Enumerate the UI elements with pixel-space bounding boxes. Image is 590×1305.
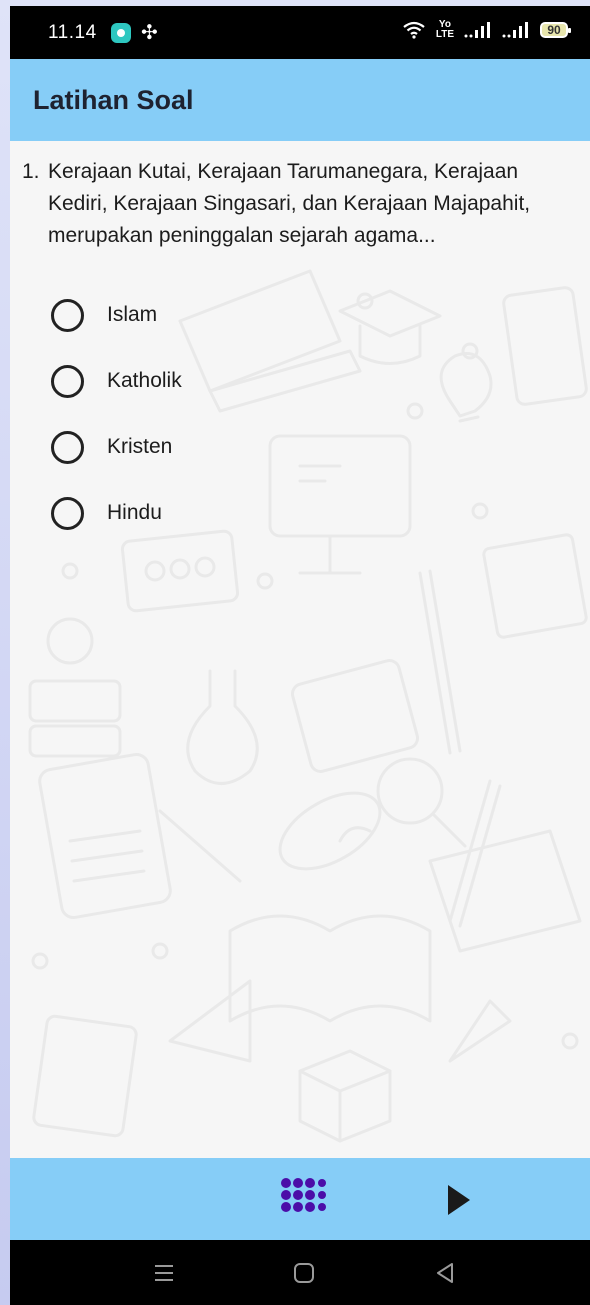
option-label: Kristen: [107, 435, 173, 458]
option-label: Hindu: [107, 501, 162, 524]
screen: 11.14 ✣ Yo LTE 90 Latihan Soal 1. Keraja…: [10, 6, 590, 1305]
play-next-icon: [448, 1185, 470, 1215]
page-title: Latihan Soal: [33, 85, 194, 115]
signal-sim1-icon: [464, 22, 492, 38]
option-katholik[interactable]: Katholik: [51, 348, 351, 414]
dots-grid-icon: [281, 1178, 326, 1212]
question-grid-button[interactable]: [278, 1175, 326, 1223]
battery-icon: 90: [540, 22, 571, 38]
wifi-icon: [402, 21, 426, 39]
volte-icon: Yo LTE: [435, 19, 454, 40]
home-nav-icon[interactable]: [293, 1262, 315, 1289]
radio-button[interactable]: [51, 430, 84, 464]
question-block: 1. Kerajaan Kutai, Kerajaan Tarumanegara…: [22, 156, 582, 252]
answer-options: Islam Katholik Kristen Hindu: [51, 282, 351, 546]
pinwheel-notification-icon: ✣: [141, 22, 158, 44]
radio-button[interactable]: [51, 496, 84, 530]
status-bar: 11.14 ✣ Yo LTE 90: [10, 6, 590, 59]
next-question-button[interactable]: [440, 1182, 476, 1218]
question-number: 1.: [22, 160, 40, 183]
radio-button[interactable]: [51, 364, 84, 398]
back-nav-icon[interactable]: [434, 1262, 456, 1289]
option-hindu[interactable]: Hindu: [51, 480, 351, 546]
status-time: 11.14: [48, 22, 97, 43]
system-nav-bar: [10, 1240, 590, 1305]
question-text: Kerajaan Kutai, Kerajaan Tarumanegara, K…: [48, 160, 531, 247]
option-label: Katholik: [107, 369, 182, 392]
bottom-toolbar: [10, 1158, 590, 1240]
option-label: Islam: [107, 303, 158, 326]
option-islam[interactable]: Islam: [51, 282, 351, 348]
device-frame: 11.14 ✣ Yo LTE 90 Latihan Soal 1. Keraja…: [0, 0, 590, 1305]
notification-app-icon: [111, 23, 131, 43]
menu-nav-icon[interactable]: [153, 1262, 175, 1289]
radio-button[interactable]: [51, 298, 84, 332]
option-kristen[interactable]: Kristen: [51, 414, 351, 480]
app-bar: Latihan Soal: [10, 59, 590, 141]
signal-sim2-icon: [502, 22, 530, 38]
status-indicators: Yo LTE 90: [402, 19, 571, 40]
